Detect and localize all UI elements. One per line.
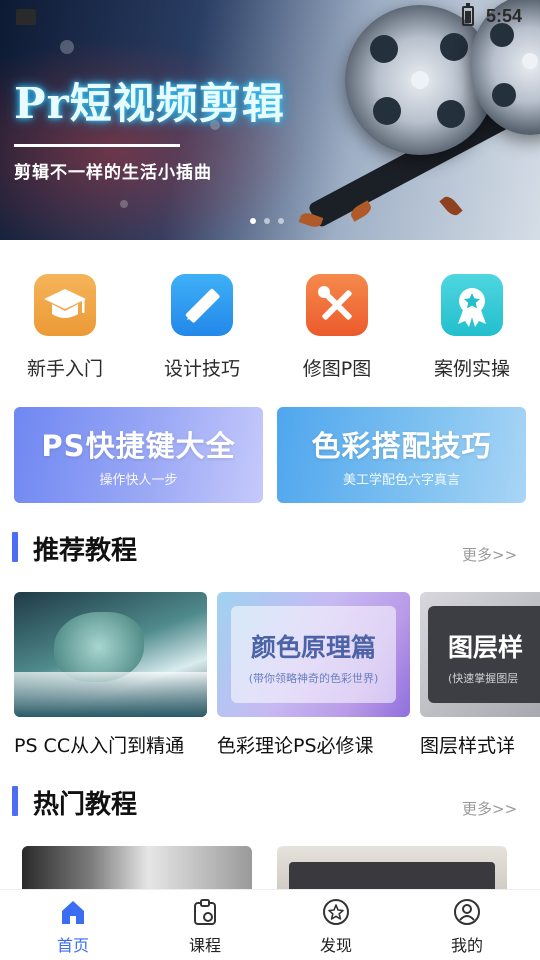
recommended-list: PS CC从入门到精通 颜色原理篇 (带你领略神奇的色彩世界) 色彩理论PS必修… xyxy=(14,592,540,772)
course-icon xyxy=(191,898,219,926)
battery-icon xyxy=(462,3,474,26)
thumbnail-subtitle: (带你领略神奇的色彩世界) xyxy=(248,672,379,685)
bokeh-light xyxy=(120,200,128,208)
banner-divider xyxy=(14,144,180,147)
banner-subtitle: 剪辑不一样的生活小插曲 xyxy=(14,163,212,183)
promo-subtitle: 操作快人一步 xyxy=(99,473,178,488)
promo-color[interactable]: 色彩搭配技巧 美工学配色六字真言 xyxy=(277,407,526,503)
home-icon xyxy=(59,898,87,926)
status-bar: 5:54 xyxy=(0,0,540,34)
course-thumbnail: 颜色原理篇 (带你领略神奇的色彩世界) xyxy=(217,592,410,717)
course-thumbnail xyxy=(14,592,207,717)
category-beginner[interactable]: 新手入门 xyxy=(5,274,125,381)
nav-label: 发现 xyxy=(319,936,352,955)
nav-profile[interactable]: 我的 xyxy=(422,898,512,956)
award-ribbon-icon xyxy=(441,274,503,336)
category-retouch[interactable]: 修图P图 xyxy=(277,274,397,381)
thumbnail-subtitle: (快速掌握图层 xyxy=(448,672,519,685)
ruler-pencil-icon xyxy=(171,274,233,336)
nav-label: 我的 xyxy=(450,936,483,955)
nav-course[interactable]: 课程 xyxy=(160,898,250,956)
carousel-dot[interactable] xyxy=(250,218,256,224)
discover-star-icon xyxy=(322,898,350,926)
course-title: PS CC从入门到精通 xyxy=(14,735,185,757)
thumbnail-title: 颜色原理篇 xyxy=(250,633,376,662)
carousel-dot[interactable] xyxy=(264,218,270,224)
category-design[interactable]: 设计技巧 xyxy=(142,274,262,381)
promo-title: PS快捷键大全 xyxy=(41,429,236,463)
status-time: 5:54 xyxy=(486,6,523,26)
category-cases[interactable]: 案例实操 xyxy=(412,274,532,381)
leaf-decoration xyxy=(439,193,463,219)
course-card[interactable]: 图层样 (快速掌握图层 图层样式详 xyxy=(420,592,540,758)
category-label: 新手入门 xyxy=(26,358,103,380)
course-title: 色彩理论PS必修课 xyxy=(217,735,374,757)
nav-discover[interactable]: 发现 xyxy=(291,898,381,956)
section-marker xyxy=(12,532,18,562)
thumbnail-title: 图层样 xyxy=(448,633,524,662)
course-card[interactable]: PS CC从入门到精通 xyxy=(14,592,207,758)
category-grid: 新手入门 设计技巧 修图P图 案例实操 xyxy=(0,274,540,384)
category-label: 修图P图 xyxy=(302,358,372,380)
graduation-cap-icon xyxy=(34,274,96,336)
hero-banner[interactable]: Pr短视频剪辑 剪辑不一样的生活小插曲 xyxy=(0,0,540,240)
banner-title: Pr短视频剪辑 xyxy=(14,79,285,128)
category-label: 设计技巧 xyxy=(163,358,240,380)
promo-subtitle: 美工学配色六字真言 xyxy=(342,473,460,488)
nav-label: 首页 xyxy=(56,936,89,955)
promo-shortcuts[interactable]: PS快捷键大全 操作快人一步 xyxy=(14,407,263,503)
nav-home[interactable]: 首页 xyxy=(28,898,118,956)
notification-icon xyxy=(16,9,36,25)
nav-label: 课程 xyxy=(188,936,221,955)
bokeh-light xyxy=(60,40,74,54)
profile-icon xyxy=(453,898,481,926)
course-card[interactable]: 颜色原理篇 (带你领略神奇的色彩世界) 色彩理论PS必修课 xyxy=(217,592,410,758)
carousel-dot[interactable] xyxy=(278,218,284,224)
recommended-title: 推荐教程 xyxy=(33,536,138,566)
tools-icon xyxy=(306,274,368,336)
carousel-indicator xyxy=(250,218,284,224)
course-title: 图层样式详 xyxy=(420,735,516,757)
section-marker xyxy=(12,786,18,816)
recommended-more-link[interactable]: 更多>> xyxy=(462,544,517,565)
hot-more-link[interactable]: 更多>> xyxy=(462,798,517,819)
hot-title: 热门教程 xyxy=(33,790,138,820)
bottom-nav: 首页 课程 发现 我的 xyxy=(0,889,540,960)
promo-title: 色彩搭配技巧 xyxy=(311,429,492,463)
category-label: 案例实操 xyxy=(433,358,510,380)
course-thumbnail: 图层样 (快速掌握图层 xyxy=(420,592,540,717)
